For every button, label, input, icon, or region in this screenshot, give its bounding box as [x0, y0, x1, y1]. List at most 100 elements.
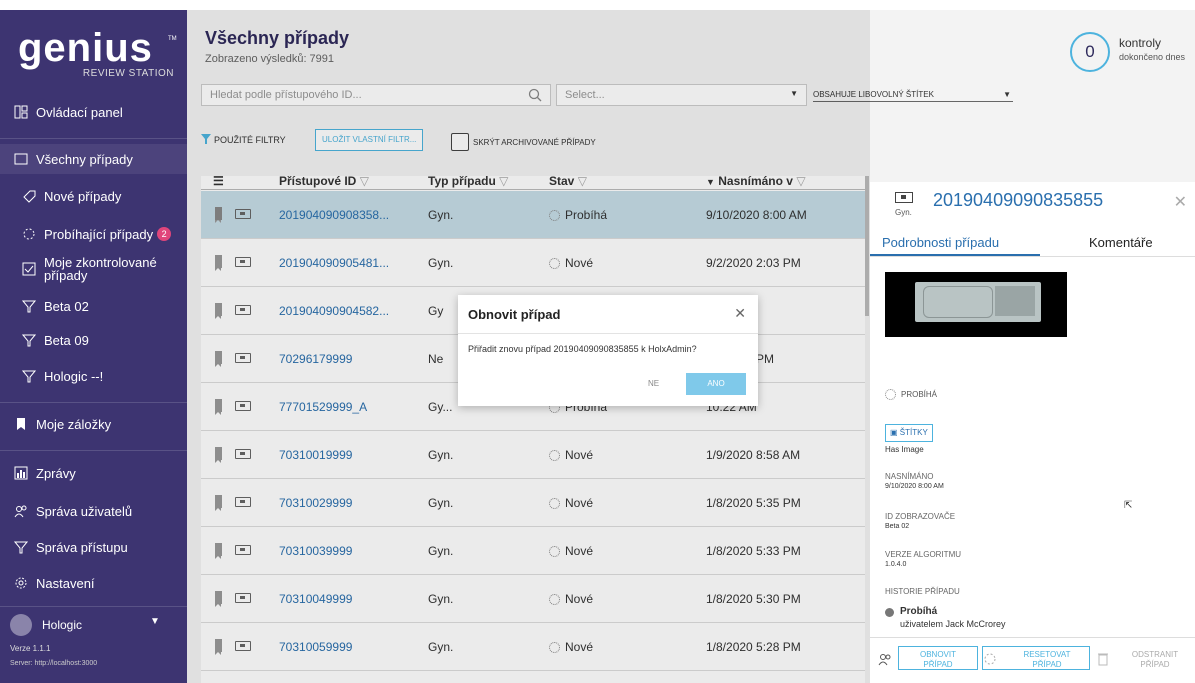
gear-icon: [12, 574, 30, 592]
sidebar-item-label: Beta 02: [44, 298, 89, 314]
sidebar-item-label: Moje záložky: [36, 416, 112, 432]
sidebar-item-label: Probíhající případy: [44, 226, 154, 242]
close-icon[interactable]: ✕: [1174, 192, 1187, 212]
slide-label-area: [923, 286, 993, 318]
reset-case-label: RESETOVAT PŘÍPAD: [1002, 650, 1092, 670]
sidebar-item-label: Moje zkontrolované případy: [44, 255, 157, 283]
reset-case-label-line1: RESETOVAT: [1023, 650, 1071, 659]
case-type: Gyn.: [895, 208, 912, 217]
sidebar-item-my-reviewed[interactable]: Moje zkontrolované případy: [0, 254, 187, 284]
dialog-title: Obnovit případ: [468, 307, 561, 322]
user-menu[interactable]: Hologic ▼ Verze 1.1.1 Server: http://loc…: [10, 614, 180, 680]
scanned-value: 9/10/2020 8:00 AM: [885, 483, 944, 490]
reopen-case-label: OBNOVIT PŘÍPAD: [898, 650, 978, 670]
checks-counter: 0: [1070, 32, 1110, 72]
sidebar-item-dashboard[interactable]: Ovládací panel: [0, 98, 187, 126]
sidebar-item-label: Nové případy: [44, 188, 122, 204]
slide-thumbnail[interactable]: [885, 272, 1067, 337]
case-status: PROBÍHÁ: [885, 389, 937, 400]
users-icon: [878, 652, 892, 671]
image-icon: [895, 192, 913, 203]
checks-label: kontroly: [1119, 36, 1162, 50]
close-icon[interactable]: ✕: [734, 305, 746, 322]
dashboard-icon: [12, 103, 30, 121]
tab-comments[interactable]: Komentáře: [1089, 235, 1153, 250]
sidebar-item-beta02[interactable]: Beta 02: [0, 294, 187, 318]
remove-case-label-line1: ODSTRANIT: [1131, 650, 1179, 659]
slide-barcode: [995, 286, 1035, 316]
case-id: 20190409090835855: [933, 190, 1104, 210]
history-status: Probíhá: [900, 606, 938, 617]
filter-key-icon: [12, 538, 30, 556]
sidebar-item-bookmarks[interactable]: Moje záložky: [0, 410, 187, 438]
tag-value: Has Image: [885, 445, 924, 454]
user-name: Hologic: [42, 618, 83, 632]
algorithm-value: 1.0.4.0: [885, 561, 907, 568]
filter-icon: [20, 367, 38, 385]
logo-tm: TM: [168, 36, 177, 42]
sidebar-item-hologic[interactable]: Hologic --!: [0, 364, 187, 388]
remove-case-button[interactable]: ODSTRANIT PŘÍPAD: [1115, 650, 1195, 670]
chart-icon: [12, 464, 30, 482]
divider: [0, 402, 187, 403]
imager-label: ID ZOBRAZOVAČE: [885, 512, 956, 521]
version-label: Verze 1.1.1: [10, 644, 51, 653]
sidebar-item-users[interactable]: Správa uživatelů: [0, 498, 187, 524]
sidebar-item-access[interactable]: Správa přístupu: [0, 534, 187, 560]
tag-icon: [20, 187, 38, 205]
logo-text: genius: [18, 26, 153, 70]
no-button[interactable]: NE: [648, 379, 659, 388]
reopen-case-dialog: Obnovit případ ✕ Přiřadit znovu případ 2…: [458, 295, 758, 406]
sidebar-item-label: Beta 09: [44, 332, 89, 348]
divider: [0, 450, 187, 451]
yes-button[interactable]: ANO: [686, 373, 746, 395]
checkbox-icon: [20, 260, 38, 278]
reopen-case-label-line2: PŘÍPAD: [923, 660, 953, 669]
filter-icon: [20, 297, 38, 315]
tab-case-details[interactable]: Podrobnosti případu: [882, 235, 999, 250]
sidebar-item-label: Správa přístupu: [36, 539, 128, 555]
sidebar-item-reports[interactable]: Zprávy: [0, 460, 187, 486]
trash-icon: [1097, 652, 1109, 671]
tags-button-label: ŠTÍTKY: [899, 428, 928, 437]
sidebar-item-label: Nastavení: [36, 575, 95, 591]
count-badge: 2: [157, 227, 172, 241]
bookmark-icon: [12, 415, 30, 433]
sidebar-item-in-progress[interactable]: Probíhající případy 2: [0, 222, 187, 246]
chevron-down-icon[interactable]: ▼: [150, 616, 160, 627]
sidebar-item-label: Zprávy: [36, 465, 76, 481]
sidebar-item-label: Všechny případy: [36, 151, 133, 167]
users-icon: [12, 502, 30, 520]
server-label: Server: http://localhost:3000: [10, 660, 98, 667]
progress-icon: [20, 225, 38, 243]
divider: [0, 138, 187, 139]
sidebar-item-new-cases[interactable]: Nové případy: [0, 184, 187, 208]
chevron-down-icon: ▼: [1003, 90, 1011, 99]
checks-sublabel: dokončeno dnes: [1119, 52, 1186, 62]
filter-icon: [20, 331, 38, 349]
sidebar-item-beta09[interactable]: Beta 09: [0, 328, 187, 352]
sidebar-item-all-cases[interactable]: Všechny případy: [0, 144, 187, 174]
scanned-label: NASNÍMÁNO: [885, 472, 934, 481]
progress-icon: [885, 389, 896, 400]
case-detail-panel: Gyn. 20190409090835855 ✕ Podrobnosti pří…: [870, 182, 1195, 683]
reopen-case-label-line1: OBNOVIT: [919, 650, 956, 659]
sidebar-item-label: Hologic --!: [44, 368, 104, 384]
remove-case-label-line2: PŘÍPAD: [1140, 660, 1170, 669]
folder-icon: [12, 150, 30, 168]
history-dot-icon: [885, 608, 894, 617]
case-status-label: PROBÍHÁ: [901, 390, 938, 399]
history-label: HISTORIE PŘÍPADU: [885, 587, 960, 596]
imager-value: Beta 02: [885, 523, 910, 530]
tag-icon: ▣: [890, 428, 898, 437]
avatar: [10, 614, 32, 636]
divider: [0, 606, 187, 607]
divider: [458, 333, 758, 334]
panel-footer: OBNOVIT PŘÍPAD RESETOVAT PŘÍPAD ODSTRANIT P…: [870, 637, 1195, 683]
sidebar: genius TM REVIEW STATION Ovládací panel …: [0, 10, 187, 683]
dialog-message: Přiřadit znovu případ 20190409090835855 …: [468, 344, 697, 354]
tags-button[interactable]: ▣ ŠTÍTKY: [885, 424, 933, 442]
logo: genius TM REVIEW STATION: [12, 24, 180, 86]
sidebar-item-settings[interactable]: Nastavení: [0, 570, 187, 596]
sidebar-item-label: Ovládací panel: [36, 104, 123, 120]
